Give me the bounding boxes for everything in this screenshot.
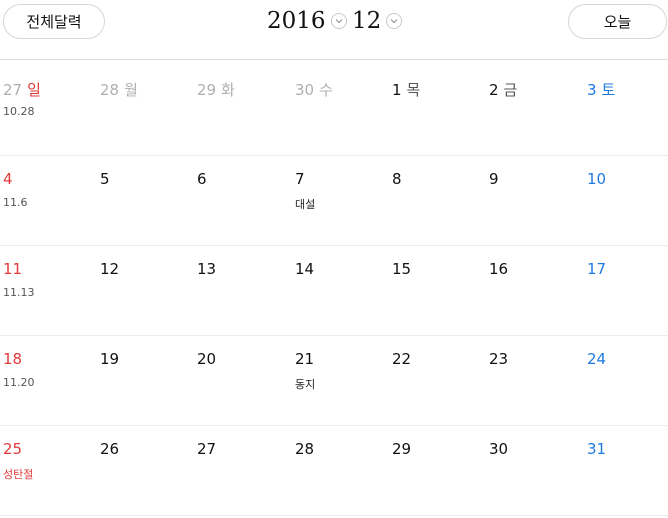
- day-cell[interactable]: 27 일 10.28: [3, 60, 98, 150]
- year-chevron-down-icon[interactable]: [330, 13, 347, 29]
- day-cell[interactable]: 3토: [587, 60, 668, 150]
- day-cell[interactable]: 27: [197, 421, 292, 511]
- week-divider: [0, 515, 668, 516]
- day-number: 21: [295, 350, 315, 368]
- day-cell[interactable]: 5: [100, 151, 195, 241]
- day-number: 9: [489, 170, 499, 188]
- day-number: 16: [489, 260, 509, 278]
- day-number: 18: [3, 350, 23, 368]
- day-number: 28: [295, 440, 315, 458]
- today-button[interactable]: 오늘: [568, 4, 667, 39]
- month-chevron-down-icon[interactable]: [386, 13, 403, 29]
- day-cell[interactable]: 11 11.13: [3, 241, 98, 331]
- day-cell[interactable]: 14: [295, 241, 390, 331]
- day-number: 30: [489, 440, 509, 458]
- day-number: 26: [100, 440, 120, 458]
- week-divider: [0, 335, 668, 336]
- day-number: 13: [197, 260, 217, 278]
- all-calendar-button[interactable]: 전체달력: [3, 4, 105, 39]
- day-number: 29 화: [197, 81, 235, 99]
- day-number: 10: [587, 170, 607, 188]
- day-cell[interactable]: 6: [197, 151, 292, 241]
- day-number: 22: [392, 350, 412, 368]
- month-selector[interactable]: 12: [352, 6, 403, 36]
- day-cell[interactable]: 13: [197, 241, 292, 331]
- day-number: 28 월: [100, 81, 138, 99]
- day-cell[interactable]: 9: [489, 151, 584, 241]
- day-cell[interactable]: 1목: [392, 60, 487, 150]
- day-number: 2금: [489, 81, 518, 99]
- day-cell[interactable]: 28 월: [100, 60, 195, 150]
- day-number: 12: [100, 260, 120, 278]
- day-cell[interactable]: 17: [587, 241, 668, 331]
- day-number: 23: [489, 350, 509, 368]
- day-note: 대설: [295, 198, 316, 211]
- day-number: 27 일: [3, 81, 41, 99]
- day-cell[interactable]: 20: [197, 331, 292, 421]
- day-cell[interactable]: 30: [489, 421, 584, 511]
- week-row: 11 11.13 12 13 14 15 16 17: [0, 241, 668, 331]
- day-cell[interactable]: 10: [587, 151, 668, 241]
- day-note: 11.13: [3, 286, 35, 299]
- day-note: 동지: [295, 378, 316, 391]
- day-number: 14: [295, 260, 315, 278]
- day-note: 11.20: [3, 376, 35, 389]
- day-number: 7: [295, 170, 305, 188]
- day-number: 8: [392, 170, 402, 188]
- day-cell[interactable]: 22: [392, 331, 487, 421]
- day-number: 4: [3, 170, 13, 188]
- day-cell[interactable]: 29: [392, 421, 487, 511]
- day-cell[interactable]: 25 성탄절: [3, 421, 98, 511]
- week-divider: [0, 245, 668, 246]
- day-number: 5: [100, 170, 110, 188]
- day-number: 15: [392, 260, 412, 278]
- day-number: 17: [587, 260, 607, 278]
- calendar-header: 전체달력 2016 12 오늘: [0, 0, 668, 58]
- year-value: 2016: [267, 8, 326, 34]
- day-number: 11: [3, 260, 23, 278]
- week-row: 27 일 10.28 28 월 29 화 30 수 1목 2금 3토: [0, 60, 668, 150]
- week-row: 18 11.20 19 20 21 동지 22 23 24: [0, 331, 668, 421]
- day-number: 20: [197, 350, 217, 368]
- week-divider: [0, 155, 668, 156]
- day-cell[interactable]: 19: [100, 331, 195, 421]
- day-cell[interactable]: 24: [587, 331, 668, 421]
- week-row: 25 성탄절 26 27 28 29 30 31: [0, 421, 668, 511]
- day-cell[interactable]: 29 화: [197, 60, 292, 150]
- day-cell[interactable]: 26: [100, 421, 195, 511]
- day-cell[interactable]: 23: [489, 331, 584, 421]
- day-cell[interactable]: 21 동지: [295, 331, 390, 421]
- day-number: 1목: [392, 81, 421, 99]
- week-divider: [0, 425, 668, 426]
- day-cell[interactable]: 12: [100, 241, 195, 331]
- day-number: 19: [100, 350, 120, 368]
- day-number: 6: [197, 170, 207, 188]
- day-note: 11.6: [3, 196, 28, 209]
- day-number: 30 수: [295, 81, 333, 99]
- week-row: 4 11.6 5 6 7 대설 8 9 10: [0, 151, 668, 241]
- day-cell[interactable]: 16: [489, 241, 584, 331]
- day-number: 24: [587, 350, 607, 368]
- day-cell[interactable]: 15: [392, 241, 487, 331]
- day-number: 31: [587, 440, 607, 458]
- day-number: 3토: [587, 81, 616, 99]
- day-number: 27: [197, 440, 217, 458]
- day-cell[interactable]: 30 수: [295, 60, 390, 150]
- day-cell[interactable]: 4 11.6: [3, 151, 98, 241]
- day-cell[interactable]: 2금: [489, 60, 584, 150]
- day-number: 29: [392, 440, 412, 458]
- year-selector[interactable]: 2016: [267, 6, 347, 36]
- day-cell[interactable]: 31: [587, 421, 668, 511]
- day-number: 25: [3, 440, 23, 458]
- day-cell[interactable]: 28: [295, 421, 390, 511]
- day-note: 10.28: [3, 105, 35, 118]
- day-cell[interactable]: 8: [392, 151, 487, 241]
- day-note: 성탄절: [3, 468, 34, 481]
- day-cell[interactable]: 7 대설: [295, 151, 390, 241]
- month-value: 12: [352, 8, 382, 34]
- day-cell[interactable]: 18 11.20: [3, 331, 98, 421]
